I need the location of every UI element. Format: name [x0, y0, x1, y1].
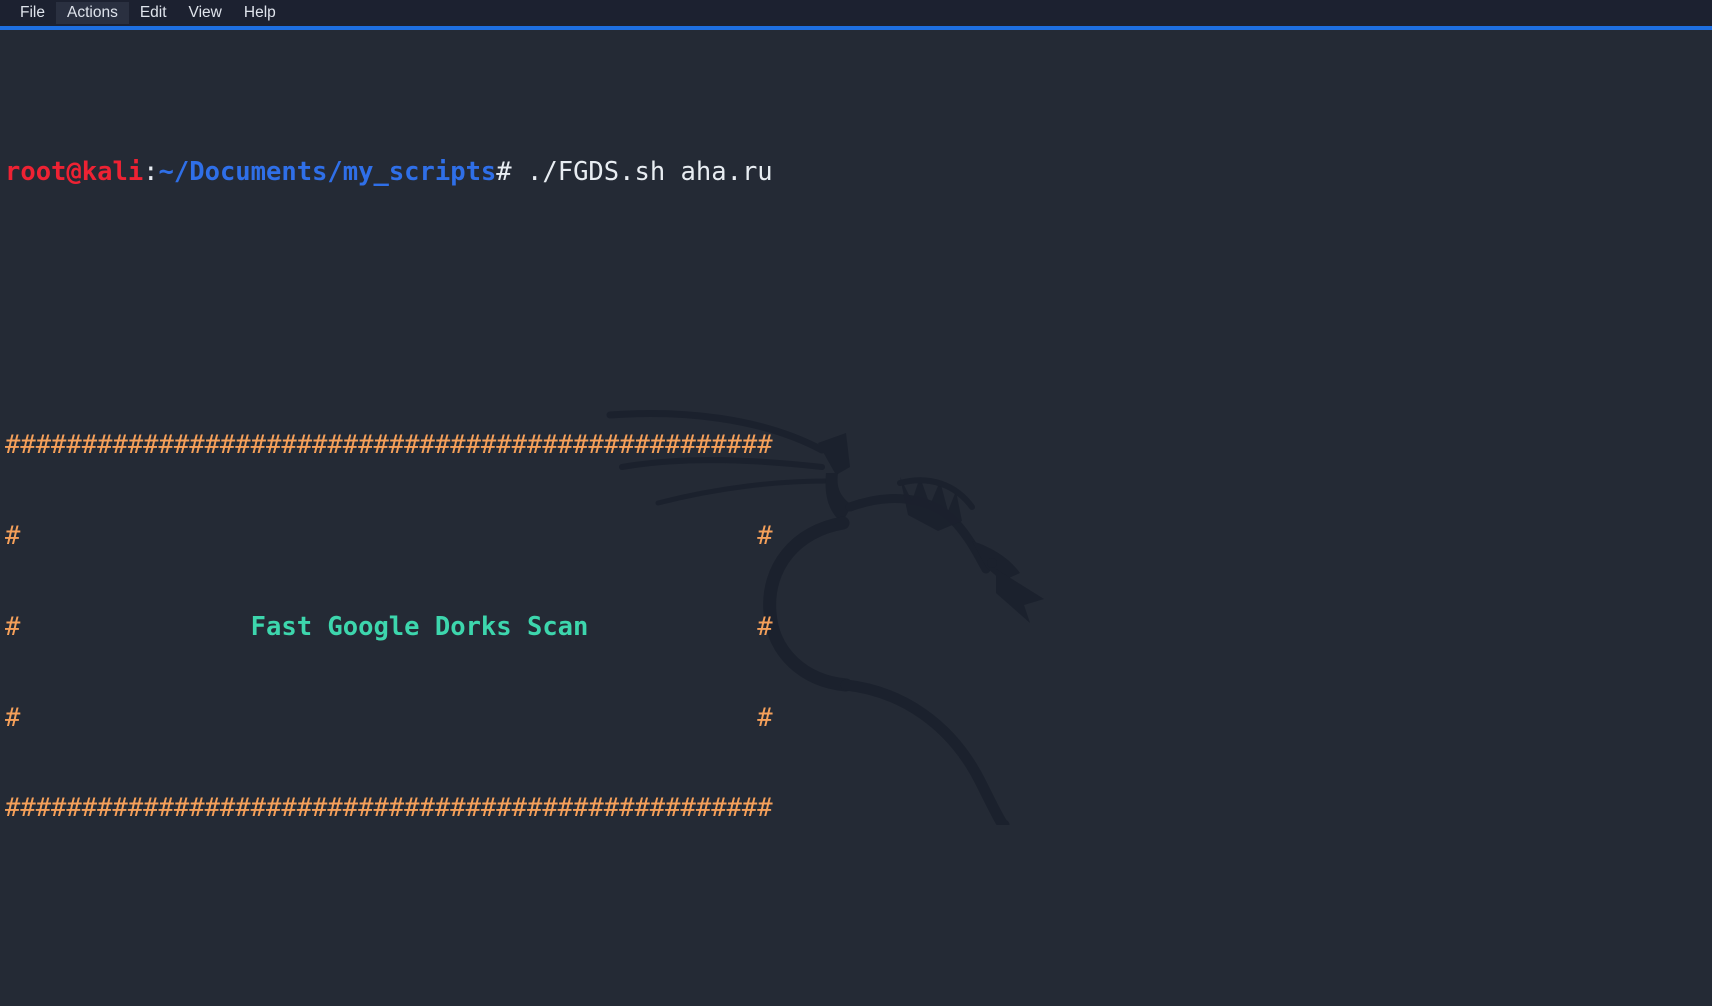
- banner-side-left: #: [5, 611, 251, 642]
- prompt-colon: :: [143, 157, 159, 188]
- banner-row-empty-2: # #: [5, 702, 773, 733]
- prompt-user-host: root@kali: [5, 157, 144, 188]
- menu-bar: File Actions Edit View Help: [0, 0, 1712, 26]
- prompt-sigil: #: [496, 157, 512, 188]
- banner-title-row: # Fast Google Dorks Scan #: [5, 612, 988, 642]
- menu-item-view[interactable]: View: [178, 2, 233, 25]
- banner-title-row-frame: # Fast Google Dorks Scan #: [5, 612, 773, 642]
- terminal-screen[interactable]: root@kali:~/Documents/my_scripts# ./FGDS…: [0, 30, 1712, 1006]
- shell-prompt-line: root@kali:~/Documents/my_scripts# ./FGDS…: [5, 157, 988, 187]
- terminal-text-output: root@kali:~/Documents/my_scripts# ./FGDS…: [0, 30, 988, 1006]
- banner-bottom-border: ########################################…: [5, 793, 773, 824]
- prompt-path: ~/Documents/my_scripts: [158, 157, 497, 188]
- menu-item-actions[interactable]: Actions: [55, 1, 129, 25]
- banner-empty-row-1: # #: [5, 521, 988, 551]
- banner-top-border: ########################################…: [5, 429, 773, 460]
- menu-item-help[interactable]: Help: [233, 2, 287, 25]
- banner-side-right: #: [588, 611, 773, 642]
- menu-item-edit[interactable]: Edit: [129, 2, 178, 25]
- prompt-command: ./FGDS.sh aha.ru: [511, 157, 773, 188]
- menu-item-file[interactable]: File: [9, 2, 56, 25]
- banner-title: Fast Google Dorks Scan: [250, 611, 589, 642]
- banner-empty-row-2: # #: [5, 703, 988, 733]
- banner-row-empty-1: # #: [5, 520, 773, 551]
